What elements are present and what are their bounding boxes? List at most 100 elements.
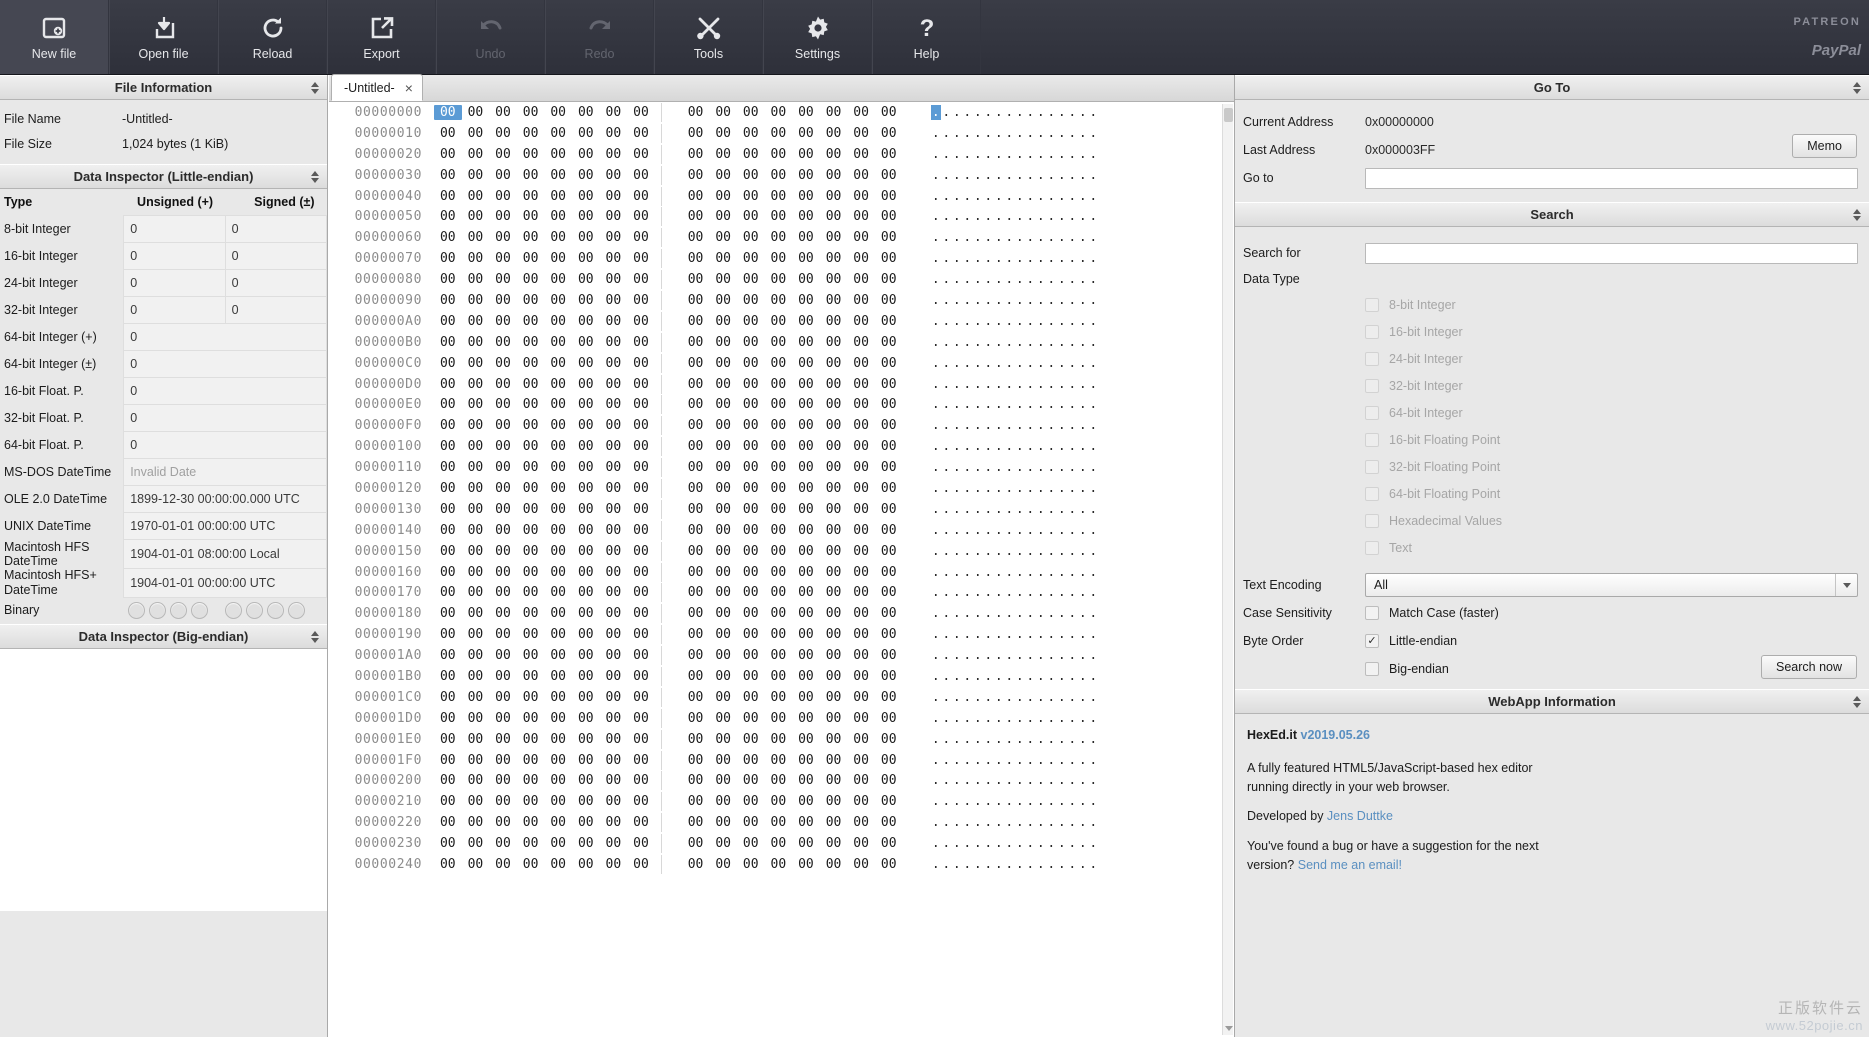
hex-byte-cell[interactable]: 00 (709, 272, 737, 287)
hex-byte-cell[interactable]: 00 (792, 627, 820, 642)
hex-byte-cell[interactable]: 00 (709, 209, 737, 224)
ascii-cell[interactable]: . (973, 439, 984, 454)
hex-byte-cell[interactable]: 00 (709, 293, 737, 308)
hex-byte-cell[interactable]: 00 (765, 356, 793, 371)
ascii-cell[interactable]: . (1015, 627, 1026, 642)
hex-byte-cell[interactable]: 00 (737, 732, 765, 747)
hex-byte-cell[interactable]: 00 (572, 418, 600, 433)
hex-byte-cell[interactable]: 00 (792, 606, 820, 621)
ascii-cell[interactable]: . (1078, 794, 1089, 809)
ascii-cell[interactable]: . (931, 168, 942, 183)
ascii-cell[interactable]: . (1046, 732, 1057, 747)
ascii-cell[interactable]: . (1004, 356, 1015, 371)
hex-byte-cell[interactable]: 00 (709, 606, 737, 621)
hex-byte-cell[interactable]: 00 (875, 857, 903, 872)
hex-byte-cell[interactable]: 00 (572, 126, 600, 141)
hex-byte-cell[interactable]: 00 (765, 836, 793, 851)
ascii-cell[interactable]: . (931, 230, 942, 245)
hex-byte-cell[interactable]: 00 (489, 857, 517, 872)
ascii-cell[interactable]: . (1057, 648, 1068, 663)
ascii-cell[interactable]: . (941, 314, 952, 329)
ascii-cell[interactable]: . (1078, 439, 1089, 454)
ascii-cell[interactable]: . (1036, 711, 1047, 726)
ascii-cell[interactable]: . (1088, 544, 1099, 559)
hex-byte-cell[interactable]: 00 (434, 585, 462, 600)
ascii-cell[interactable]: . (1067, 481, 1078, 496)
ascii-cell[interactable]: . (1078, 690, 1089, 705)
ascii-cell[interactable]: . (952, 669, 963, 684)
hex-byte-cell[interactable]: 00 (682, 857, 710, 872)
ascii-cell[interactable]: . (1004, 272, 1015, 287)
ascii-cell[interactable]: . (941, 565, 952, 580)
hex-byte-cell[interactable]: 00 (765, 189, 793, 204)
ascii-cell[interactable]: . (952, 523, 963, 538)
ascii-cell[interactable]: . (952, 606, 963, 621)
ascii-cell[interactable]: . (931, 711, 942, 726)
hex-byte-cell[interactable]: 00 (572, 794, 600, 809)
ascii-cell[interactable]: . (1057, 565, 1068, 580)
ascii-cell[interactable]: . (931, 147, 942, 162)
hex-byte-cell[interactable]: 00 (462, 293, 490, 308)
hex-byte-cell[interactable]: 00 (682, 481, 710, 496)
ascii-cell[interactable]: . (1078, 523, 1089, 538)
hex-byte-cell[interactable]: 00 (572, 815, 600, 830)
ascii-cell[interactable]: . (931, 648, 942, 663)
data-inspector-unsigned-value[interactable]: 0 (123, 269, 226, 297)
ascii-cell[interactable]: . (931, 397, 942, 412)
hex-byte-cell[interactable]: 00 (544, 815, 572, 830)
ascii-cell[interactable]: . (941, 439, 952, 454)
ascii-cell[interactable]: . (1025, 523, 1036, 538)
hex-byte-cell[interactable]: 00 (572, 732, 600, 747)
hex-byte-cell[interactable]: 00 (544, 460, 572, 475)
hex-byte-cell[interactable]: 00 (875, 397, 903, 412)
hex-byte-cell[interactable]: 00 (600, 105, 628, 120)
hex-byte-cell[interactable]: 00 (462, 189, 490, 204)
hex-byte-cell[interactable]: 00 (489, 481, 517, 496)
ascii-cell[interactable]: . (994, 230, 1005, 245)
ascii-cell[interactable]: . (1036, 356, 1047, 371)
ascii-cell[interactable]: . (941, 460, 952, 475)
hex-byte-cell[interactable]: 00 (792, 397, 820, 412)
ascii-cell[interactable]: . (952, 711, 963, 726)
hex-byte-cell[interactable]: 00 (737, 377, 765, 392)
data-type-option[interactable]: 24-bit Integer (1235, 345, 1869, 372)
hex-byte-cell[interactable]: 00 (875, 439, 903, 454)
ascii-cell[interactable]: . (1004, 460, 1015, 475)
hex-byte-cell[interactable]: 00 (847, 711, 875, 726)
ascii-cell[interactable]: . (1036, 209, 1047, 224)
ascii-cell[interactable]: . (1015, 773, 1026, 788)
ascii-cell[interactable]: . (962, 314, 973, 329)
ascii-cell[interactable]: . (983, 397, 994, 412)
ascii-cell[interactable]: . (1004, 481, 1015, 496)
hex-byte-cell[interactable]: 00 (875, 753, 903, 768)
hex-byte-cell[interactable]: 00 (434, 460, 462, 475)
hex-byte-cell[interactable]: 00 (792, 523, 820, 538)
ascii-cell[interactable]: . (1067, 836, 1078, 851)
hex-byte-cell[interactable]: 00 (875, 606, 903, 621)
ascii-cell[interactable]: . (994, 335, 1005, 350)
ascii-cell[interactable]: . (1025, 126, 1036, 141)
ascii-cell[interactable]: . (952, 627, 963, 642)
match-case-checkbox[interactable] (1365, 606, 1379, 620)
hex-byte-cell[interactable]: 00 (517, 753, 545, 768)
hex-byte-cell[interactable]: 00 (875, 502, 903, 517)
hex-byte-cell[interactable]: 00 (737, 794, 765, 809)
hex-byte-cell[interactable]: 00 (765, 377, 793, 392)
ascii-cell[interactable]: . (994, 836, 1005, 851)
ascii-cell[interactable]: . (1004, 397, 1015, 412)
ascii-cell[interactable]: . (1067, 272, 1078, 287)
hex-byte-cell[interactable]: 00 (462, 460, 490, 475)
ascii-cell[interactable]: . (931, 565, 942, 580)
text-encoding-select[interactable]: All (1365, 573, 1858, 597)
data-type-option[interactable]: 16-bit Integer (1235, 318, 1869, 345)
hex-byte-cell[interactable]: 00 (792, 565, 820, 580)
ascii-cell[interactable]: . (952, 753, 963, 768)
ascii-cell[interactable]: . (952, 272, 963, 287)
hex-byte-cell[interactable]: 00 (572, 335, 600, 350)
hex-byte-cell[interactable]: 00 (709, 397, 737, 412)
hex-byte-cell[interactable]: 00 (572, 397, 600, 412)
ascii-cell[interactable]: . (1025, 335, 1036, 350)
binary-bit-toggle[interactable] (169, 602, 187, 620)
hex-byte-cell[interactable]: 00 (600, 753, 628, 768)
ascii-cell[interactable]: . (1088, 648, 1099, 663)
